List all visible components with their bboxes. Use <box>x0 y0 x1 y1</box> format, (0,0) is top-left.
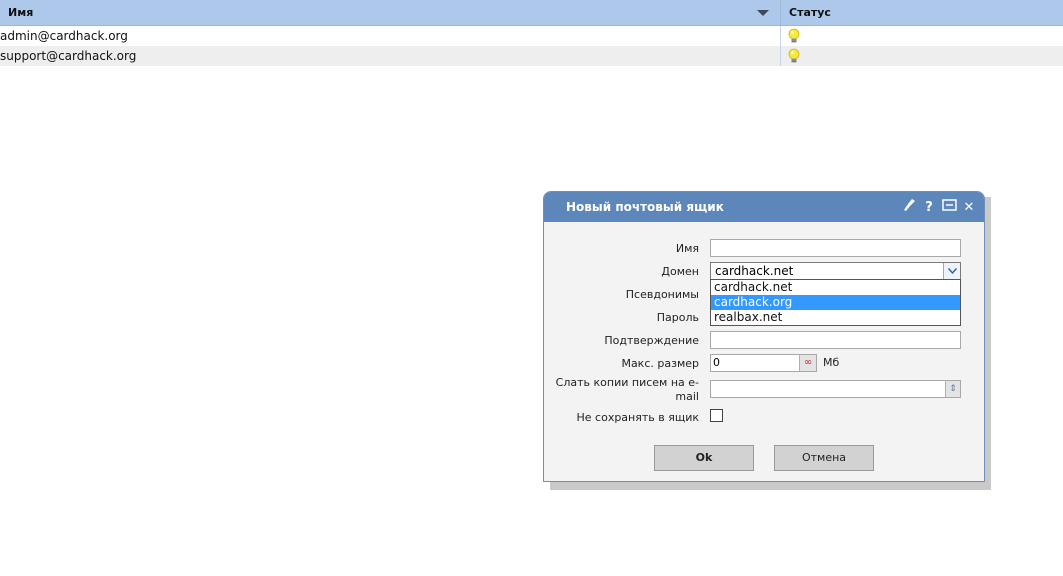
resize-icon[interactable] <box>942 199 957 216</box>
column-header-status-label: Статус <box>789 6 831 19</box>
broom-icon[interactable] <box>902 198 916 217</box>
titlebar-icons: ? ✕ <box>902 198 976 217</box>
aliases-label: Псевдонимы <box>625 288 699 301</box>
sort-arrow-icon[interactable] <box>757 10 769 16</box>
help-icon[interactable]: ? <box>922 200 936 216</box>
domain-option[interactable]: realbax.net <box>711 310 960 325</box>
copies-email-input[interactable]: ⇕ <box>710 380 961 398</box>
domain-label: Домен <box>661 265 699 278</box>
no-save-label: Не сохранять в ящик <box>576 411 700 424</box>
max-size-label: Макс. размер <box>621 357 699 370</box>
status-cell <box>781 46 1063 66</box>
new-mailbox-dialog: Новый почтовый ящик ? ✕ Имя Домен cardha… <box>543 191 985 482</box>
name-input[interactable] <box>710 239 961 257</box>
table-row[interactable]: admin@cardhack.org <box>0 26 1063 46</box>
no-save-checkbox[interactable] <box>710 409 723 422</box>
max-size-value: 0 <box>713 356 720 369</box>
column-header-name-label: Имя <box>8 6 34 19</box>
domain-select-value: cardhack.net <box>715 264 794 278</box>
mailbox-name: support@cardhack.org <box>0 46 781 66</box>
cancel-button[interactable]: Отмена <box>774 445 874 471</box>
table-header: Имя Статус <box>0 0 1063 26</box>
close-icon[interactable]: ✕ <box>962 200 976 216</box>
domain-option[interactable]: cardhack.net <box>711 280 960 295</box>
column-header-name[interactable]: Имя <box>0 0 781 25</box>
mailbox-table: Имя Статус admin@cardhack.org support@ca… <box>0 0 1063 66</box>
password-label: Пароль <box>656 311 699 324</box>
dialog-titlebar[interactable]: Новый почтовый ящик ? ✕ <box>544 192 984 222</box>
copies-label: Слать копии писем на e-mail <box>555 376 699 403</box>
table-row[interactable]: support@cardhack.org <box>0 46 1063 66</box>
chevron-down-icon[interactable] <box>943 263 960 279</box>
spinner-icon[interactable]: ⇕ <box>945 381 960 397</box>
max-size-input[interactable]: 0 ∞ <box>710 354 817 372</box>
confirm-password-input[interactable] <box>710 331 961 349</box>
column-header-status[interactable]: Статус <box>781 0 1063 25</box>
ok-button[interactable]: Ok <box>654 445 754 471</box>
mailbox-name: admin@cardhack.org <box>0 26 781 46</box>
dialog-title: Новый почтовый ящик <box>566 200 724 214</box>
status-cell <box>781 26 1063 46</box>
domain-dropdown-list: cardhack.net cardhack.org realbax.net <box>710 279 961 326</box>
name-label: Имя <box>675 242 699 255</box>
confirm-label: Подтверждение <box>604 334 699 347</box>
domain-select[interactable]: cardhack.net <box>710 262 961 280</box>
lightbulb-icon <box>788 28 800 43</box>
lightbulb-icon <box>788 48 800 63</box>
max-size-unit: Мб <box>823 356 840 369</box>
infinity-icon[interactable]: ∞ <box>799 355 816 371</box>
domain-option-selected[interactable]: cardhack.org <box>711 295 960 310</box>
